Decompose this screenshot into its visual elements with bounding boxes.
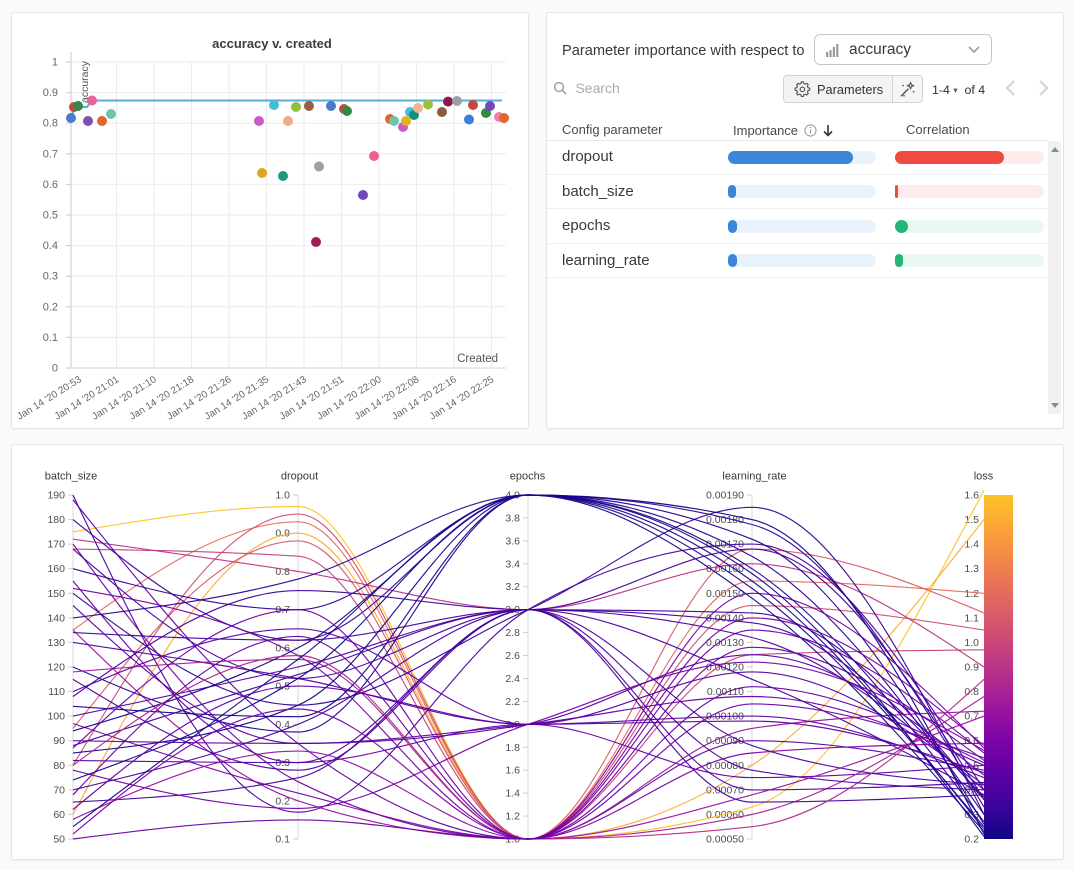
svg-text:epochs: epochs (510, 471, 546, 483)
svg-text:1.0: 1.0 (964, 637, 979, 649)
svg-text:80: 80 (53, 760, 65, 772)
svg-text:1.6: 1.6 (964, 490, 979, 502)
svg-text:0.5: 0.5 (43, 210, 58, 222)
svg-text:learning_rate: learning_rate (722, 471, 786, 483)
svg-text:Jan 14 '20 22:16: Jan 14 '20 22:16 (390, 374, 459, 423)
svg-text:0.00050: 0.00050 (706, 834, 744, 846)
svg-text:Jan 14 '20 20:53: Jan 14 '20 20:53 (15, 374, 84, 423)
svg-text:Jan 14 '20 22:25: Jan 14 '20 22:25 (428, 374, 497, 423)
svg-text:2.8: 2.8 (505, 627, 520, 639)
svg-text:0.8: 0.8 (43, 118, 58, 130)
svg-text:1.4: 1.4 (505, 788, 520, 800)
svg-text:0.9: 0.9 (964, 662, 979, 674)
svg-text:1.1: 1.1 (964, 612, 979, 624)
svg-text:2.2: 2.2 (505, 696, 520, 708)
svg-text:Jan 14 '20 21:18: Jan 14 '20 21:18 (128, 374, 197, 423)
svg-text:Jan 14 '20 21:26: Jan 14 '20 21:26 (165, 374, 234, 423)
svg-text:120: 120 (47, 662, 65, 674)
svg-text:2.4: 2.4 (505, 673, 520, 685)
svg-text:1.2: 1.2 (964, 588, 979, 600)
svg-text:3.6: 3.6 (505, 535, 520, 547)
svg-text:0.7: 0.7 (43, 148, 58, 160)
svg-text:3.2: 3.2 (505, 581, 520, 593)
svg-text:Jan 14 '20 21:35: Jan 14 '20 21:35 (203, 374, 272, 423)
svg-text:90: 90 (53, 735, 65, 747)
svg-text:batch_size: batch_size (45, 471, 98, 483)
svg-text:70: 70 (53, 784, 65, 796)
svg-text:110: 110 (48, 686, 65, 698)
svg-text:dropout: dropout (281, 471, 318, 483)
svg-text:1.6: 1.6 (505, 765, 520, 777)
svg-text:Jan 14 '20 22:00: Jan 14 '20 22:00 (315, 374, 384, 423)
svg-text:loss: loss (974, 471, 994, 483)
svg-text:Jan 14 '20 21:01: Jan 14 '20 21:01 (53, 374, 122, 423)
svg-text:1.3: 1.3 (964, 563, 979, 575)
svg-text:150: 150 (47, 588, 65, 600)
svg-text:180: 180 (47, 514, 65, 526)
svg-text:0.9: 0.9 (43, 87, 58, 99)
svg-text:0: 0 (52, 363, 58, 375)
svg-text:Created: Created (457, 353, 498, 365)
svg-text:accuracy v. created: accuracy v. created (212, 36, 332, 51)
svg-text:1.2: 1.2 (505, 811, 520, 823)
svg-text:Jan 14 '20 21:10: Jan 14 '20 21:10 (90, 374, 159, 423)
svg-text:140: 140 (47, 612, 65, 624)
svg-text:Jan 14 '20 22:08: Jan 14 '20 22:08 (353, 374, 422, 423)
svg-text:0.4: 0.4 (43, 240, 58, 252)
svg-text:1.4: 1.4 (964, 539, 979, 551)
svg-text:160: 160 (47, 563, 65, 575)
svg-text:2.6: 2.6 (505, 650, 520, 662)
svg-text:0.1: 0.1 (275, 834, 290, 846)
svg-text:Jan 14 '20 21:43: Jan 14 '20 21:43 (240, 374, 309, 423)
svg-text:100: 100 (47, 711, 65, 723)
svg-text:0.3: 0.3 (43, 271, 58, 283)
svg-text:1.8: 1.8 (505, 742, 520, 754)
svg-text:1.0: 1.0 (275, 490, 290, 502)
svg-text:0.6: 0.6 (43, 179, 58, 191)
svg-text:50: 50 (53, 834, 65, 846)
svg-text:0.8: 0.8 (275, 566, 290, 578)
svg-text:Jan 14 '20 21:51: Jan 14 '20 21:51 (278, 374, 347, 423)
svg-text:60: 60 (53, 809, 65, 821)
svg-text:170: 170 (47, 539, 65, 551)
svg-text:0.1: 0.1 (43, 332, 58, 344)
svg-text:0.00150: 0.00150 (706, 588, 744, 600)
svg-text:0.2: 0.2 (43, 301, 58, 313)
svg-text:1: 1 (52, 57, 58, 69)
svg-text:0.00080: 0.00080 (706, 760, 744, 772)
svg-text:0.00190: 0.00190 (706, 490, 744, 502)
svg-text:0.2: 0.2 (964, 834, 979, 846)
svg-text:3.4: 3.4 (505, 558, 520, 570)
svg-text:3.8: 3.8 (505, 512, 520, 524)
svg-text:0.8: 0.8 (964, 686, 979, 698)
svg-text:190: 190 (47, 490, 65, 502)
svg-text:130: 130 (47, 637, 65, 649)
svg-text:0.4: 0.4 (275, 719, 290, 731)
